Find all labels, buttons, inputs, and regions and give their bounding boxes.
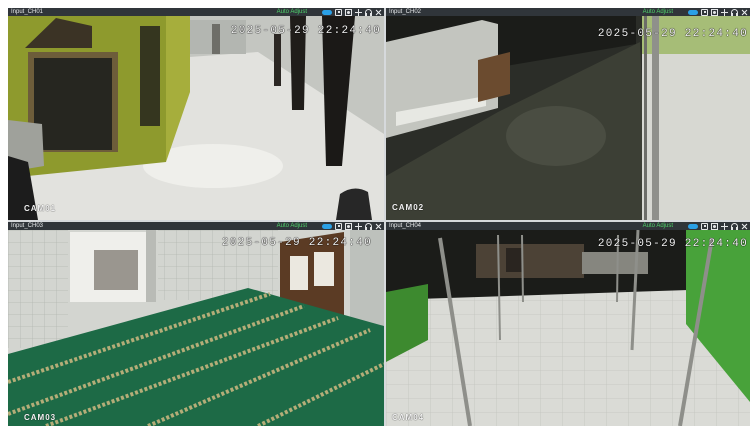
snapshot-icon[interactable] bbox=[335, 222, 342, 230]
panel-toolbar bbox=[688, 222, 748, 230]
camera-label: CAM02 bbox=[392, 203, 425, 212]
camera-panel-1: Input_CH01 Auto Adjust 2025-05-29 22:24:… bbox=[8, 8, 384, 220]
record-icon[interactable] bbox=[345, 8, 352, 16]
panel-toolbar bbox=[322, 8, 382, 16]
pole bbox=[652, 16, 659, 220]
camera-label: CAM03 bbox=[24, 413, 57, 422]
camera-grid: Input_CH01 Auto Adjust 2025-05-29 22:24:… bbox=[8, 8, 750, 426]
audio-icon[interactable] bbox=[365, 222, 372, 230]
door-window-left bbox=[290, 256, 308, 290]
camera-scene bbox=[8, 16, 384, 220]
channel-name: Input_CH04 bbox=[389, 223, 422, 229]
status-text: Auto Adjust bbox=[642, 9, 673, 15]
column-far bbox=[274, 34, 281, 86]
panel-title-bar: Input_CH04 Auto Adjust bbox=[386, 222, 750, 230]
back-building bbox=[476, 244, 584, 278]
panel-title-bar: Input_CH02 Auto Adjust bbox=[386, 8, 750, 16]
audio-icon[interactable] bbox=[731, 222, 738, 230]
timestamp-overlay: 2025-05-29 22:24:40 bbox=[597, 28, 748, 40]
close-icon[interactable] bbox=[375, 9, 382, 16]
camera-label: CAM01 bbox=[24, 204, 57, 213]
panel-toolbar bbox=[688, 8, 748, 16]
channel-name: Input_CH01 bbox=[11, 9, 44, 15]
snapshot-icon[interactable] bbox=[701, 222, 708, 230]
doorway bbox=[34, 58, 112, 150]
channel-name: Input_CH03 bbox=[11, 223, 44, 229]
door-pillar bbox=[146, 230, 156, 302]
side-window bbox=[140, 26, 160, 126]
close-icon[interactable] bbox=[741, 9, 748, 16]
camera-scene bbox=[386, 16, 750, 220]
panel-toolbar bbox=[322, 222, 382, 230]
video-feed[interactable]: 2025-05-29 22:24:40 CAM04 bbox=[386, 230, 750, 426]
audio-icon[interactable] bbox=[365, 8, 372, 16]
snapshot-icon[interactable] bbox=[701, 8, 708, 16]
camera-panel-3: Input_CH03 Auto Adjust 2025-05-29 22:24:… bbox=[8, 222, 384, 426]
panel-title-bar: Input_CH01 Auto Adjust bbox=[8, 8, 384, 16]
ptz-icon[interactable] bbox=[355, 222, 362, 230]
back-doorway bbox=[506, 248, 522, 272]
timestamp-overlay: 2025-05-29 22:24:40 bbox=[597, 238, 748, 250]
toggle-icon[interactable] bbox=[322, 9, 332, 15]
ptz-icon[interactable] bbox=[355, 8, 362, 16]
ptz-icon[interactable] bbox=[721, 222, 728, 230]
left-tiled-wall bbox=[8, 230, 68, 348]
toggle-icon[interactable] bbox=[322, 223, 332, 229]
audio-icon[interactable] bbox=[731, 8, 738, 16]
record-icon[interactable] bbox=[711, 8, 718, 16]
camera-scene bbox=[8, 230, 384, 426]
door-window-right bbox=[314, 252, 334, 286]
status-text: Auto Adjust bbox=[276, 9, 307, 15]
close-icon[interactable] bbox=[375, 223, 382, 230]
video-feed[interactable]: 2025-05-29 22:24:40 CAM02 bbox=[386, 16, 750, 220]
status-text: Auto Adjust bbox=[276, 223, 307, 229]
plastic-chair bbox=[336, 188, 372, 220]
timestamp-overlay: 2025-05-29 22:24:40 bbox=[230, 25, 381, 37]
toggle-icon[interactable] bbox=[688, 223, 698, 229]
channel-name: Input_CH02 bbox=[389, 9, 422, 15]
record-icon[interactable] bbox=[345, 222, 352, 230]
camera-label: CAM04 bbox=[392, 413, 425, 422]
storage-cabinet bbox=[94, 250, 138, 290]
snapshot-icon[interactable] bbox=[335, 8, 342, 16]
video-feed[interactable]: 2025-05-29 22:24:40 CAM01 bbox=[8, 16, 384, 220]
close-icon[interactable] bbox=[741, 223, 748, 230]
record-icon[interactable] bbox=[711, 222, 718, 230]
thin-pole bbox=[644, 16, 647, 220]
camera-scene bbox=[386, 230, 750, 426]
toggle-icon[interactable] bbox=[688, 9, 698, 15]
camera-panel-2: Input_CH02 Auto Adjust 2025-05-29 22:24:… bbox=[386, 8, 750, 220]
ptz-icon[interactable] bbox=[721, 8, 728, 16]
camera-panel-4: Input_CH04 Auto Adjust 2025-05-29 22:24:… bbox=[386, 222, 750, 426]
wooden-frame bbox=[478, 52, 510, 102]
wet-reflection bbox=[506, 106, 606, 166]
canopy-pole bbox=[521, 234, 524, 303]
far-pillar bbox=[212, 24, 220, 54]
panel-title-bar: Input_CH03 Auto Adjust bbox=[8, 222, 384, 230]
timestamp-overlay: 2025-05-29 22:24:40 bbox=[221, 237, 372, 249]
video-feed[interactable]: 2025-05-29 22:24:40 CAM03 bbox=[8, 230, 384, 426]
status-text: Auto Adjust bbox=[642, 223, 673, 229]
